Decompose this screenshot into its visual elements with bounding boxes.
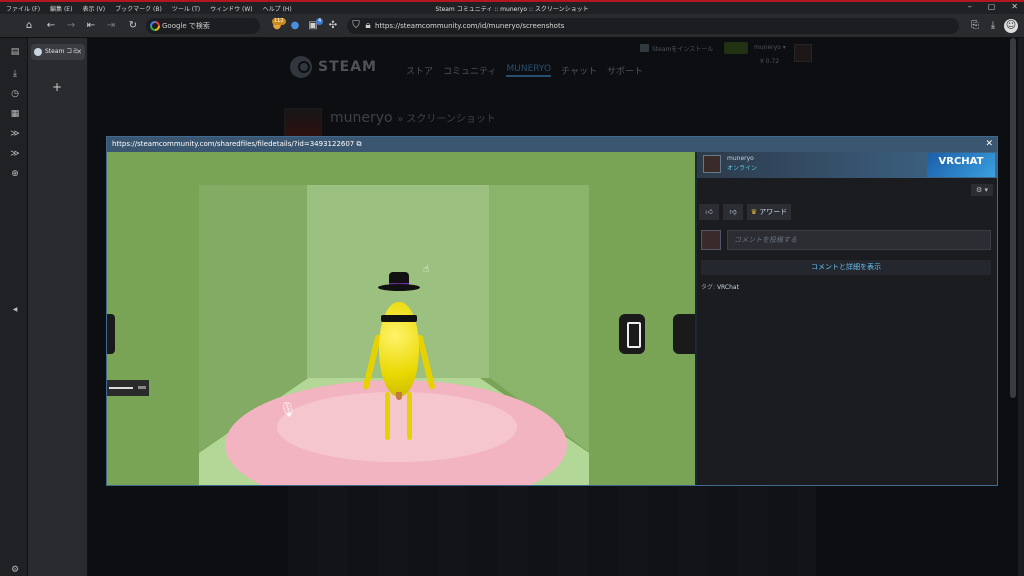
settings-icon[interactable]: ⚙ — [9, 564, 21, 576]
collapse-arrow-icon[interactable]: ◀ — [9, 304, 21, 316]
window-controls: – ▢ ✕ — [968, 2, 1018, 11]
microphone-icon: 🎙︎ — [279, 402, 297, 418]
tab-panel: Steam コミ ✕ + — [28, 38, 88, 576]
hand-cursor-icon: ☝ — [423, 264, 430, 275]
url-text: https://steamcommunity.com/id/muneryo/sc… — [375, 22, 565, 30]
wallet-badge: 4 — [316, 18, 324, 25]
add-panel-icon[interactable]: ⊕ — [9, 168, 21, 180]
page-scrollbar[interactable] — [1010, 38, 1016, 398]
address-bar[interactable]: ⛉ 🔒︎ https://steamcommunity.com/id/muner… — [347, 18, 959, 34]
modal-url-link[interactable]: https://steamcommunity.com/sharedfiles/f… — [112, 140, 354, 148]
modal-header: https://steamcommunity.com/sharedfiles/f… — [107, 137, 997, 152]
window-title: Steam コミュニティ :: muneryo :: スクリーンショット — [435, 6, 589, 13]
hud-left-panel — [107, 314, 115, 354]
thumbs-up-icon[interactable]: 👍︎ — [699, 204, 719, 220]
panel-icon[interactable]: ▤ — [9, 46, 21, 58]
author-avatar[interactable] — [703, 155, 721, 173]
award-label: アワード — [759, 208, 788, 216]
minimize-button[interactable]: – — [968, 2, 972, 11]
tags-row: タグ: VRChat — [701, 282, 739, 291]
avatar-hat-brim — [378, 284, 420, 291]
commenter-avatar — [701, 230, 721, 250]
modal-close-button[interactable]: ✕ — [985, 137, 993, 152]
notes-icon[interactable]: ▦ — [9, 108, 21, 120]
tags-label: タグ: — [701, 284, 716, 291]
screenshot-details-panel: muneryo オンライン VRCHAT ⚙ ▾ 👍︎ 👎︎ ♛ アワード コメ… — [697, 152, 997, 485]
back-icon[interactable]: ← — [44, 19, 58, 33]
google-icon — [150, 21, 160, 31]
hud-phone-icon — [619, 314, 645, 354]
game-banner[interactable]: VRCHAT — [927, 153, 995, 177]
puzzle-icon[interactable]: ✣ — [326, 19, 340, 33]
title-bar: ファイル (F) 編集 (E) 表示 (V) ブックマーク (B) ツール (T… — [0, 0, 1024, 14]
app-sidebar: ▤ ⤓ ◷ ▦ ≫ ≫ ⊕ ◀ ⚙ — [0, 38, 28, 576]
thumbs-down-icon[interactable]: 👎︎ — [723, 204, 743, 220]
tab-label: Steam コミ — [45, 48, 79, 55]
search-placeholder: Google で検索 — [162, 22, 210, 30]
downloads-icon[interactable]: ⤓ — [9, 68, 21, 80]
author-block: muneryo オンライン VRCHAT — [697, 152, 997, 178]
history-icon[interactable]: ◷ — [9, 88, 21, 100]
bookmark-icon[interactable]: ⎘ — [968, 19, 982, 33]
steam-favicon-icon — [34, 48, 42, 56]
gear-icon[interactable]: ⚙ ▾ — [971, 184, 993, 196]
avatar-tip — [396, 392, 402, 400]
screenshot-image[interactable]: 🎙︎ ☝ — [107, 152, 695, 485]
tab-close-icon[interactable]: ✕ — [76, 44, 82, 60]
avatar-leg-left — [385, 392, 390, 440]
comment-input[interactable]: コメントを投稿する — [727, 230, 991, 250]
hud-volume-slider — [107, 380, 149, 396]
download-icon[interactable]: ⤓ — [986, 19, 1000, 33]
home-icon[interactable]: ⌂ — [22, 19, 36, 33]
search-input[interactable]: Google で検索 — [146, 18, 260, 34]
browser-toolbar: ⌂ ← → ⇤ ⇥ ↻ Google で検索 ● 112 ● ▣ 4 ✣ ⛉ 🔒… — [0, 14, 1024, 38]
screenshot-modal: https://steamcommunity.com/sharedfiles/f… — [106, 136, 998, 486]
external-link-icon[interactable]: ⧉ — [357, 140, 362, 148]
award-button[interactable]: ♛ アワード — [747, 204, 791, 220]
profile-icon[interactable]: ☺ — [1004, 19, 1018, 33]
lock-icon[interactable]: 🔒︎ — [361, 19, 375, 33]
tab-steam[interactable]: Steam コミ ✕ — [31, 44, 85, 60]
forward-icon[interactable]: → — [64, 19, 78, 33]
view-comments-button[interactable]: コメントと詳細を表示 — [701, 260, 991, 275]
console-icon[interactable]: ≫ — [9, 148, 21, 160]
hud-right-panel — [673, 314, 695, 354]
maximize-button[interactable]: ▢ — [988, 2, 996, 11]
tag-vrchat[interactable]: VRChat — [717, 284, 739, 291]
fast-forward-icon[interactable]: ⇥ — [104, 19, 118, 33]
close-window-button[interactable]: ✕ — [1011, 2, 1018, 11]
extension-badge: 112 — [272, 18, 286, 25]
award-icon: ♛ — [750, 208, 758, 216]
author-status: オンライン — [727, 165, 758, 172]
scene-rug-center — [277, 392, 517, 462]
avatar-leg-right — [407, 392, 412, 440]
translate-icon[interactable]: ● — [288, 19, 302, 33]
new-tab-button[interactable]: + — [52, 80, 62, 94]
rewind-icon[interactable]: ⇤ — [84, 19, 98, 33]
author-name[interactable]: muneryo — [727, 155, 754, 162]
feed-icon[interactable]: ≫ — [9, 128, 21, 140]
reload-icon[interactable]: ↻ — [126, 19, 140, 33]
avatar-sunglasses — [381, 315, 417, 322]
